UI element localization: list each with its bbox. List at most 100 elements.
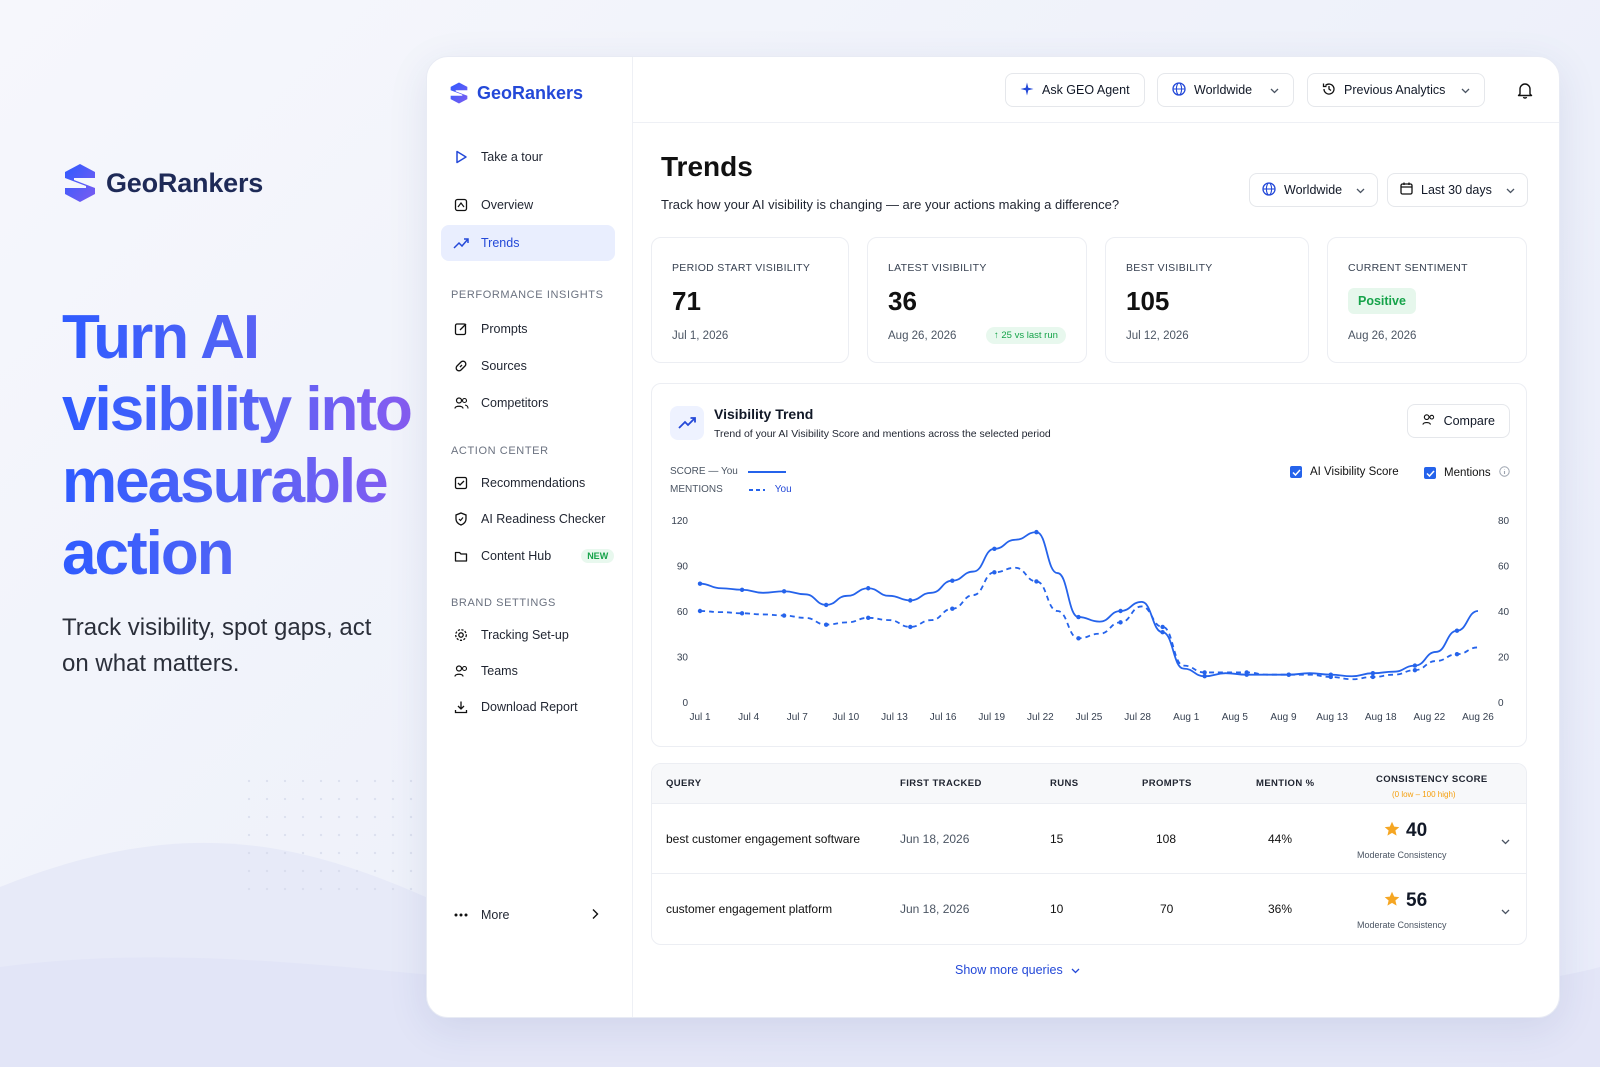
kpi-date: Jul 1, 2026 [672,330,729,342]
ai-visibility-score-checkbox[interactable]: AI Visibility Score [1290,466,1399,478]
region-filter-dropdown[interactable]: Worldwide [1249,173,1379,207]
dashboard-icon [453,197,469,213]
period-filter-dropdown[interactable]: Last 30 days [1387,173,1528,207]
period-filter-label: Last 30 days [1421,183,1492,197]
mentions-label: Mentions [1444,467,1491,479]
mention-cell: 44% [1268,832,1293,846]
mentions-point [1118,620,1123,625]
consistency-score: 40 [1384,820,1427,842]
x-tick-label: Aug 26 [1462,712,1494,723]
chart-subtitle: Trend of your AI Visibility Score and me… [714,428,1051,440]
legend-dashed-line [748,488,765,491]
table-header: QUERY FIRST TRACKED RUNS PROMPTS MENTION… [652,764,1526,804]
score-point [823,602,829,608]
team-icon [453,663,469,679]
y-right-tick-label: 60 [1498,562,1510,573]
ask-geo-agent-button[interactable]: Ask GEO Agent [1005,73,1145,107]
kpi-best: BEST VISIBILITY 105 Jul 12, 2026 [1105,237,1309,363]
checkbox-checked-icon [1424,467,1436,479]
score-point [1454,628,1460,633]
sidebar-item-more[interactable]: More [441,897,615,933]
mentions-checkbox[interactable]: Mentions [1424,466,1510,480]
sidebar-brand-name: GeoRankers [477,82,584,103]
score-series-line [699,531,1479,678]
mentions-point [866,615,871,621]
legend-mentions-you: You [774,484,792,495]
first-tracked-cell: Jun 18, 2026 [900,832,970,846]
score-point [1160,630,1165,635]
sidebar-item-download[interactable]: Download Report [441,689,615,725]
sidebar-brand[interactable]: GeoRankers [449,81,583,105]
app-window: GeoRankers Take a tour Overview Trends P… [426,56,1560,1018]
y-right-tick-label: 20 [1498,653,1510,664]
sidebar-item-tracking[interactable]: Tracking Set-up [441,617,615,653]
x-tick-label: Aug 1 [1173,712,1200,723]
show-more-queries-button[interactable]: Show more queries [955,963,1080,977]
legend-mentions-label: MENTIONS [670,484,723,495]
x-tick-label: Jul 25 [1076,712,1103,723]
gear-icon [453,627,469,643]
chevron-down-icon[interactable] [1501,902,1510,920]
sidebar-item-sources[interactable]: Sources [441,348,615,384]
sidebar-item-recommendations[interactable]: Recommendations [441,465,615,501]
previous-analytics-dropdown[interactable]: Previous Analytics [1307,73,1486,107]
section-performance-insights: PERFORMANCE INSIGHTS [451,289,604,301]
sidebar-item-prompts[interactable]: Prompts [441,311,615,347]
sidebar-item-competitors[interactable]: Competitors [441,385,615,421]
score-point [908,598,913,603]
region-dropdown[interactable]: Worldwide [1157,73,1295,107]
bell-icon[interactable] [1517,81,1533,104]
background-dots [240,772,420,902]
mentions-point [908,624,913,630]
sidebar-item-label: Trends [481,236,520,250]
x-tick-label: Jul 22 [1027,712,1054,723]
star-icon [1384,821,1400,842]
globe-icon [1262,181,1276,199]
header-prompts: PROMPTS [1142,778,1192,789]
score-point [1202,674,1207,679]
kpi-date: Aug 26, 2026 [1348,330,1417,342]
header-consistency: CONSISTENCY SCORE [1376,774,1488,785]
legend-score-label: SCORE — You [670,466,738,477]
sidebar-item-label: Recommendations [481,476,586,490]
compare-button[interactable]: Compare [1406,404,1510,438]
topbar: Ask GEO Agent Worldwide Previous Analyti… [633,57,1559,123]
sidebar-item-overview[interactable]: Overview [441,187,615,223]
x-tick-label: Jul 13 [881,712,908,723]
link-icon [453,358,469,374]
chevron-down-icon [1506,183,1515,197]
sidebar-item-teams[interactable]: Teams [441,653,615,689]
mentions-point [1454,652,1460,657]
x-tick-label: Jul 16 [930,712,957,723]
mentions-point [739,611,745,616]
mentions-series-line [699,566,1479,681]
sentiment-badge: Positive [1348,288,1416,314]
sidebar-item-tour[interactable]: Take a tour [441,139,615,175]
trend-up-icon [453,235,469,251]
chevron-right-icon [591,908,599,923]
georankers-logo-icon [450,82,468,104]
calendar-icon [1400,182,1413,198]
sidebar-item-trends[interactable]: Trends [441,225,615,261]
mentions-point [950,606,955,611]
kpi-label: BEST VISIBILITY [1126,262,1213,274]
sidebar-item-ai-readiness[interactable]: AI Readiness Checker [441,501,615,537]
sidebar-item-content-hub[interactable]: Content Hub NEW [441,538,615,574]
shield-icon [453,511,469,527]
kpi-label: LATEST VISIBILITY [888,262,987,274]
table-row[interactable]: customer engagement platform Jun 18, 202… [652,874,1526,944]
chart-title: Visibility Trend [714,406,814,422]
kpi-label: CURRENT SENTIMENT [1348,262,1468,274]
mentions-point [1160,624,1165,630]
checkbox-checked-icon [1290,466,1302,478]
query-cell: customer engagement platform [666,902,833,916]
consistency-label: Moderate Consistency [1357,920,1447,930]
chevron-down-icon[interactable] [1501,832,1510,850]
x-tick-label: Aug 22 [1414,712,1446,723]
query-cell: best customer engagement software [666,832,861,846]
prompts-cell: 70 [1160,902,1174,916]
table-row[interactable]: best customer engagement software Jun 18… [652,804,1526,874]
x-tick-label: Aug 5 [1222,712,1249,723]
info-icon[interactable] [1498,466,1510,480]
sidebar-item-label: Teams [481,664,518,678]
